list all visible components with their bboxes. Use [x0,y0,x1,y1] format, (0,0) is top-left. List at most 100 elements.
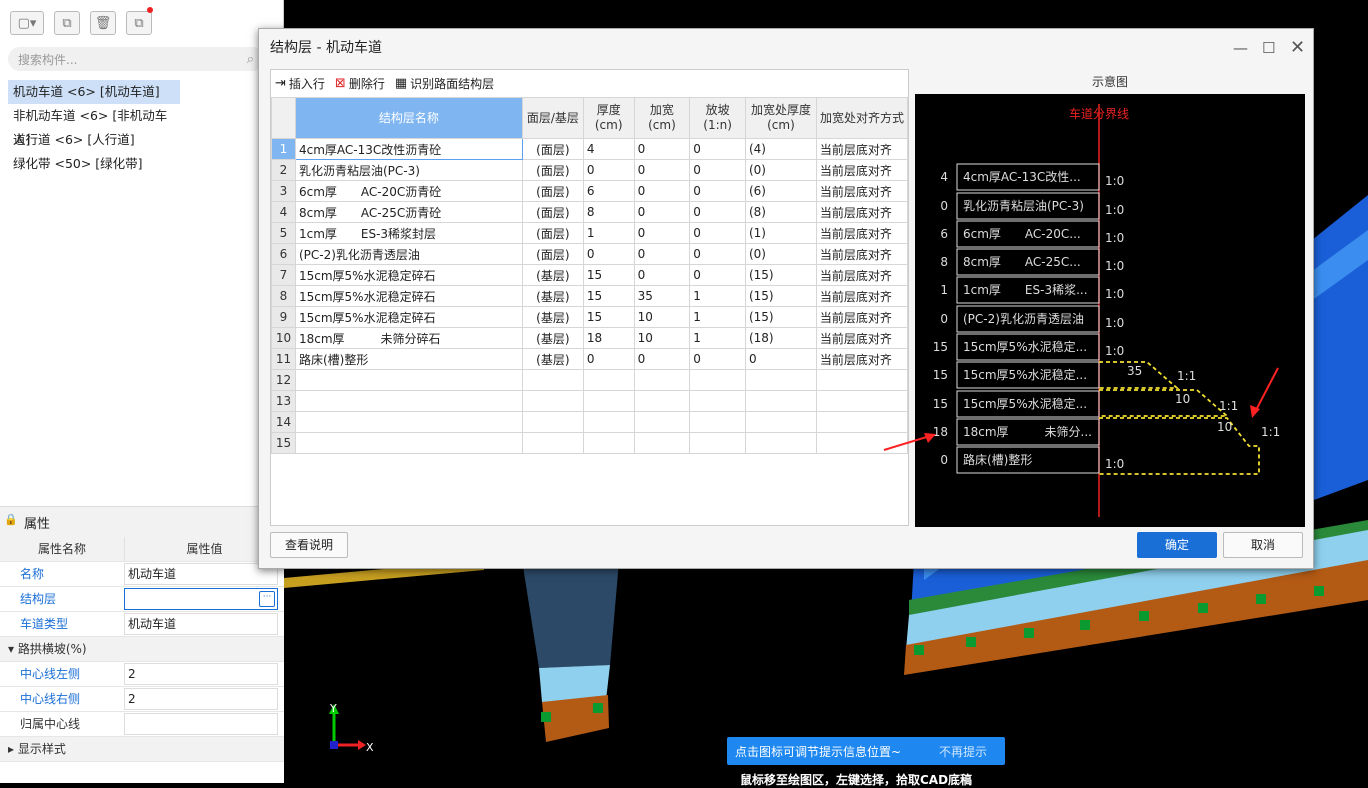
table-cell-wthick[interactable] [744,369,817,391]
row-number[interactable]: 12 [271,369,296,391]
table-cell-name[interactable] [294,390,523,412]
table-cell-wthick[interactable]: (15) [744,306,817,328]
table-row[interactable]: 12 [271,369,909,391]
table-cell-slope[interactable]: 1 [689,327,746,349]
table-cell-type[interactable]: (面层) [521,222,584,244]
table-cell-type[interactable] [521,432,584,454]
table-row[interactable]: 4 8cm厚 AC-25C沥青砼 (面层) 8 0 0 (8) 当前层底对齐 [271,201,909,223]
table-cell-wthick[interactable]: (0) [744,159,817,181]
row-number[interactable]: 9 [271,306,296,328]
table-cell-name[interactable]: 1cm厚 ES-3稀浆封层 [294,222,523,244]
table-cell-align[interactable]: 当前层底对齐 [815,327,909,349]
table-row[interactable]: 1 4cm厚AC-13C改性沥青砼 (面层) 4 0 0 (4) 当前层底对齐 [271,138,909,160]
minimize-icon[interactable]: — [1233,29,1248,67]
row-number[interactable]: 10 [271,327,296,349]
layer-copy-button[interactable]: ⧉ [126,7,153,35]
table-cell-slope[interactable]: 1 [689,285,746,307]
table-cell-align[interactable]: 当前层底对齐 [815,285,909,307]
table-cell-thick[interactable] [582,390,635,412]
table-row[interactable]: 7 15cm厚5%水泥稳定碎石 (基层) 15 0 0 (15) 当前层底对齐 [271,264,909,286]
table-cell-type[interactable]: (面层) [521,243,584,265]
table-cell-type[interactable]: (面层) [521,180,584,202]
row-number[interactable]: 4 [271,201,296,223]
table-cell-wthick[interactable]: (1) [744,222,817,244]
table-cell-align[interactable]: 当前层底对齐 [815,243,909,265]
control-point[interactable] [593,703,603,713]
help-button[interactable]: 查看说明 [270,532,348,558]
list-item[interactable]: 非机动车道 <6> [非机动车道] [8,104,180,147]
table-row[interactable]: 10 18cm厚 未筛分碎石 (基层) 18 10 1 (18) 当前层底对齐 [271,327,909,349]
table-row[interactable]: 6 (PC-2)乳化沥青透层油 (面层) 0 0 0 (0) 当前层底对齐 [271,243,909,265]
list-item[interactable]: 绿化带 <50> [绿化带] [8,152,180,176]
prop-lane-type-field[interactable]: 机动车道 [124,613,278,635]
table-cell-widen[interactable]: 0 [633,348,691,370]
table-row[interactable]: 15 [271,432,909,454]
table-cell-name[interactable]: 路床(槽)整形 [294,348,523,370]
table-cell-wthick[interactable] [744,432,817,454]
table-cell-name[interactable] [294,369,523,391]
dismiss-hint-link[interactable]: 不再提示 [939,743,987,760]
table-cell-thick[interactable]: 6 [582,180,635,202]
control-point[interactable] [1024,628,1034,638]
row-number[interactable]: 1 [271,138,296,160]
ok-button[interactable]: 确定 [1137,532,1217,558]
table-cell-widen[interactable] [633,390,691,412]
table-cell-name[interactable]: (PC-2)乳化沥青透层油 [294,243,523,265]
group-crown-slope[interactable]: ▾ 路拱横坡(%) [0,637,284,662]
table-cell-slope[interactable]: 0 [689,180,746,202]
table-cell-type[interactable]: (基层) [521,264,584,286]
table-cell-widen[interactable] [633,432,691,454]
table-cell-align[interactable]: 当前层底对齐 [815,306,909,328]
control-point[interactable] [1198,603,1208,613]
table-row[interactable]: 3 6cm厚 AC-20C沥青砼 (面层) 6 0 0 (6) 当前层底对齐 [271,180,909,202]
table-cell-slope[interactable]: 0 [689,348,746,370]
row-number[interactable]: 7 [271,264,296,286]
table-row[interactable]: 13 [271,390,909,412]
table-cell-widen[interactable]: 0 [633,243,691,265]
table-cell-wthick[interactable]: (6) [744,180,817,202]
prop-name-field[interactable]: 机动车道 [124,563,278,585]
delete-button[interactable]: 🗑 [90,11,116,35]
row-number[interactable]: 15 [271,432,296,454]
table-cell-type[interactable] [521,390,584,412]
table-cell-name[interactable]: 15cm厚5%水泥稳定碎石 [294,285,523,307]
table-cell-wthick[interactable]: (0) [744,243,817,265]
ellipsis-button[interactable]: ··· [259,591,275,607]
table-cell-thick[interactable] [582,432,635,454]
table-cell-align[interactable]: 当前层底对齐 [815,348,909,370]
table-cell-widen[interactable]: 0 [633,180,691,202]
table-cell-thick[interactable]: 4 [582,138,635,160]
table-cell-name[interactable]: 18cm厚 未筛分碎石 [294,327,523,349]
table-cell-name[interactable]: 15cm厚5%水泥稳定碎石 [294,306,523,328]
table-cell-widen[interactable]: 0 [633,201,691,223]
table-cell-widen[interactable]: 0 [633,159,691,181]
row-number[interactable]: 2 [271,159,296,181]
control-point[interactable] [1139,611,1149,621]
table-cell-slope[interactable]: 0 [689,243,746,265]
table-cell-type[interactable] [521,369,584,391]
table-cell-name[interactable] [294,411,523,433]
table-cell-align[interactable] [815,411,909,433]
table-cell-wthick[interactable] [744,390,817,412]
table-cell-align[interactable]: 当前层底对齐 [815,264,909,286]
column-header[interactable]: 面层/基层 [521,97,584,139]
row-number[interactable]: 6 [271,243,296,265]
prop-structure-field[interactable]: ··· [124,588,278,610]
prop-centerline-field[interactable] [124,713,278,735]
search-input[interactable]: 搜索构件... ⌕ [8,47,264,71]
table-cell-thick[interactable]: 0 [582,243,635,265]
table-row[interactable]: 11 路床(槽)整形 (基层) 0 0 0 0 当前层底对齐 [271,348,909,370]
table-cell-slope[interactable]: 0 [689,222,746,244]
table-cell-align[interactable]: 当前层底对齐 [815,201,909,223]
table-cell-align[interactable] [815,432,909,454]
hint-banner[interactable]: 点击图标可调节提示信息位置~ 不再提示 [727,737,1005,765]
table-cell-thick[interactable] [582,369,635,391]
table-cell-slope[interactable] [689,390,746,412]
table-cell-thick[interactable]: 0 [582,348,635,370]
row-number[interactable]: 14 [271,411,296,433]
insert-row-button[interactable]: ⇥ 插入行 [275,75,325,92]
control-point[interactable] [914,645,924,655]
table-cell-type[interactable]: (面层) [521,159,584,181]
control-point[interactable] [1256,594,1266,604]
list-item[interactable]: 机动车道 <6> [机动车道] [8,80,180,104]
